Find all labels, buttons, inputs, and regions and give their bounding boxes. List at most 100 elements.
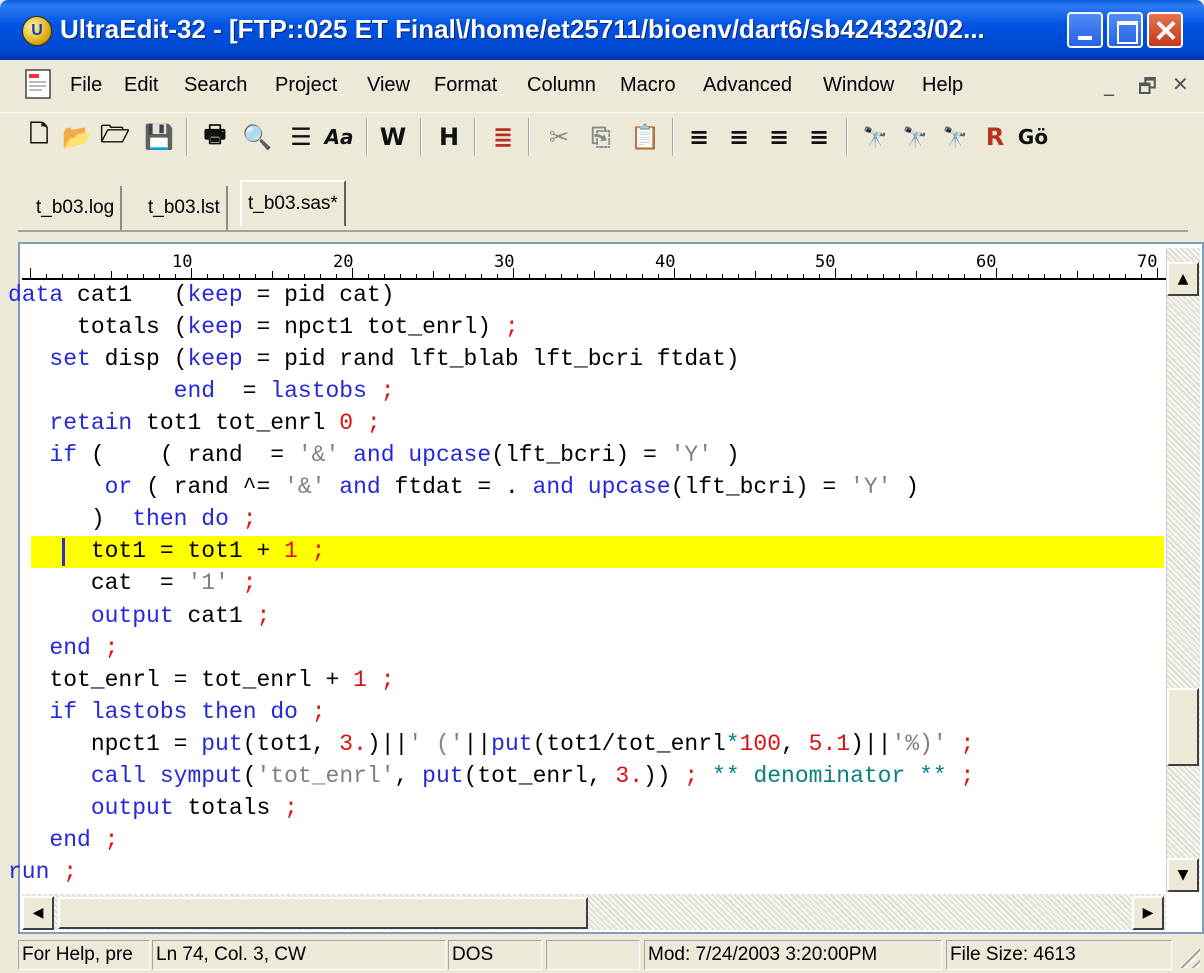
code-line[interactable]: end ; (8, 827, 118, 859)
paste-icon[interactable]: 📋 (626, 118, 664, 156)
code-line[interactable]: output totals ; (8, 795, 298, 827)
ruler-tick (30, 268, 31, 278)
cut-icon[interactable]: ✂ (540, 118, 578, 156)
title-bar[interactable]: U UltraEdit-32 - [FTP::025 ET Final\/hom… (0, 0, 1204, 60)
ruler-tick (207, 274, 209, 278)
code-line[interactable]: tot1 = tot1 + 1 ; (8, 538, 326, 570)
code-line[interactable]: end ; (8, 635, 118, 667)
menu-format[interactable]: Format (434, 74, 497, 102)
mdi-close-button[interactable]: ✕ (1172, 72, 1189, 100)
code-line[interactable]: npct1 = put(tot1, 3.)||' ('||put(tot1/to… (8, 731, 975, 763)
print-icon[interactable]: 🖶 (196, 118, 234, 156)
ruler-tick (416, 274, 418, 278)
code-line[interactable]: call symput('tot_enrl', put(tot_enrl, 3.… (8, 763, 974, 795)
justify-icon[interactable]: ≡ (800, 118, 838, 156)
toolbar-separator (186, 118, 188, 156)
ruler-tick (46, 274, 48, 278)
mdi-restore-button[interactable]: 🗗 (1138, 72, 1157, 100)
tab-t-b03-log[interactable]: t_b03.log (30, 186, 123, 230)
minimize-button[interactable] (1067, 12, 1103, 48)
align-left-icon[interactable]: ≡ (680, 118, 718, 156)
open-folder-icon[interactable]: 📂 (58, 118, 96, 156)
ruler-tick (738, 274, 740, 278)
close-button[interactable] (1147, 12, 1183, 48)
ruler-tick (770, 274, 772, 278)
menu-advanced[interactable]: Advanced (703, 74, 792, 102)
code-line[interactable]: data cat1 (keep = pid cat) (8, 282, 395, 314)
ultraedit-app-icon[interactable]: U (22, 16, 52, 46)
ruler-tick (915, 271, 917, 278)
code-line[interactable]: cat = '1' ; (8, 570, 257, 602)
horizontal-scroll-thumb[interactable] (58, 897, 588, 929)
document-icon[interactable] (24, 68, 56, 102)
ruler-tick (368, 274, 370, 278)
find-next-icon[interactable]: 🔭 (896, 118, 934, 156)
ruler-tick (271, 271, 273, 278)
ruler-label: 60 (976, 252, 997, 272)
maximize-button[interactable] (1107, 12, 1143, 48)
code-line[interactable]: if lastobs then do ; (8, 699, 325, 731)
code-line[interactable]: totals (keep = npct1 tot_enrl) ; (8, 314, 519, 346)
menu-edit[interactable]: Edit (124, 74, 158, 102)
tab-t-b03-sas[interactable]: t_b03.sas* (240, 180, 346, 226)
word-wrap-icon[interactable]: W (374, 118, 412, 156)
replace-icon[interactable]: R (976, 118, 1014, 156)
column-mode-icon[interactable]: ☰ (282, 118, 320, 156)
menu-search[interactable]: Search (184, 74, 247, 102)
ruler-tick (110, 271, 112, 278)
code-line[interactable]: set disp (keep = pid rand lft_blab lft_b… (8, 346, 739, 378)
status-modified-date: Mod: 7/24/2003 3:20:00PM (644, 940, 942, 970)
font-icon[interactable]: Aa (320, 118, 358, 156)
menu-column[interactable]: Column (527, 74, 596, 102)
menu-project[interactable]: Project (275, 74, 337, 102)
code-line[interactable]: retain tot1 tot_enrl 0 ; (8, 410, 380, 442)
goto-icon[interactable]: Gö (1014, 118, 1052, 156)
function-list-icon[interactable]: ≣ (484, 118, 522, 156)
menu-help[interactable]: Help (922, 74, 963, 102)
menu-file[interactable]: File (70, 74, 102, 102)
vertical-scroll-thumb[interactable] (1167, 688, 1199, 766)
menu-window[interactable]: Window (823, 74, 894, 102)
ruler-tick (867, 274, 869, 278)
close-file-icon[interactable]: 🗁 (96, 118, 134, 156)
copy-icon[interactable]: ⎘ (582, 118, 620, 156)
ruler-tick (480, 274, 482, 278)
code-line[interactable]: tot_enrl = tot_enrl + 1 ; (8, 667, 394, 699)
ruler-tick (319, 274, 321, 278)
code-line[interactable]: if ( ( rand = '&' and upcase(lft_bcri) =… (8, 442, 739, 474)
save-icon[interactable]: 💾 (140, 118, 178, 156)
tab-t-b03-lst[interactable]: t_b03.lst (142, 186, 228, 230)
align-center-icon[interactable]: ≡ (720, 118, 758, 156)
new-file-icon[interactable]: 🗋 (20, 118, 58, 156)
code-line[interactable]: end = lastobs ; (8, 378, 395, 410)
hex-mode-icon[interactable]: H (430, 118, 468, 156)
scroll-up-button[interactable]: ▲ (1167, 262, 1199, 296)
code-line[interactable]: ) then do ; (8, 506, 257, 538)
code-line[interactable]: output cat1 ; (8, 603, 270, 635)
ruler-tick (593, 271, 595, 278)
align-right-icon[interactable]: ≡ (760, 118, 798, 156)
code-line[interactable]: or ( rand ^= '&' and ftdat = . and upcas… (8, 474, 919, 506)
menu-view[interactable]: View (367, 74, 410, 102)
ruler-tick (931, 274, 933, 278)
status-blank (546, 940, 640, 970)
find-prev-icon[interactable]: 🔭 (936, 118, 974, 156)
scroll-down-button[interactable]: ▼ (1167, 858, 1199, 892)
toolbar-separator (474, 118, 476, 156)
menu-macro[interactable]: Macro (620, 74, 676, 102)
scroll-left-button[interactable]: ◀ (22, 896, 54, 930)
print-preview-icon[interactable]: 🔍 (238, 118, 276, 156)
vertical-scrollbar[interactable] (1166, 248, 1200, 892)
code-line[interactable]: run ; (8, 859, 77, 891)
ruler-tick (883, 274, 885, 278)
mdi-minimize-button[interactable]: _ (1104, 72, 1114, 100)
ruler-tick (1028, 274, 1030, 278)
find-icon[interactable]: 🔭 (856, 118, 894, 156)
scroll-right-button[interactable]: ▶ (1132, 896, 1164, 930)
status-help-text: For Help, pre (18, 940, 150, 970)
ruler-tick (223, 274, 225, 278)
status-file-size: File Size: 4613 (946, 940, 1172, 970)
ruler-label: 40 (655, 252, 676, 272)
ruler-tick (818, 274, 820, 278)
toolbar-separator (672, 118, 674, 156)
